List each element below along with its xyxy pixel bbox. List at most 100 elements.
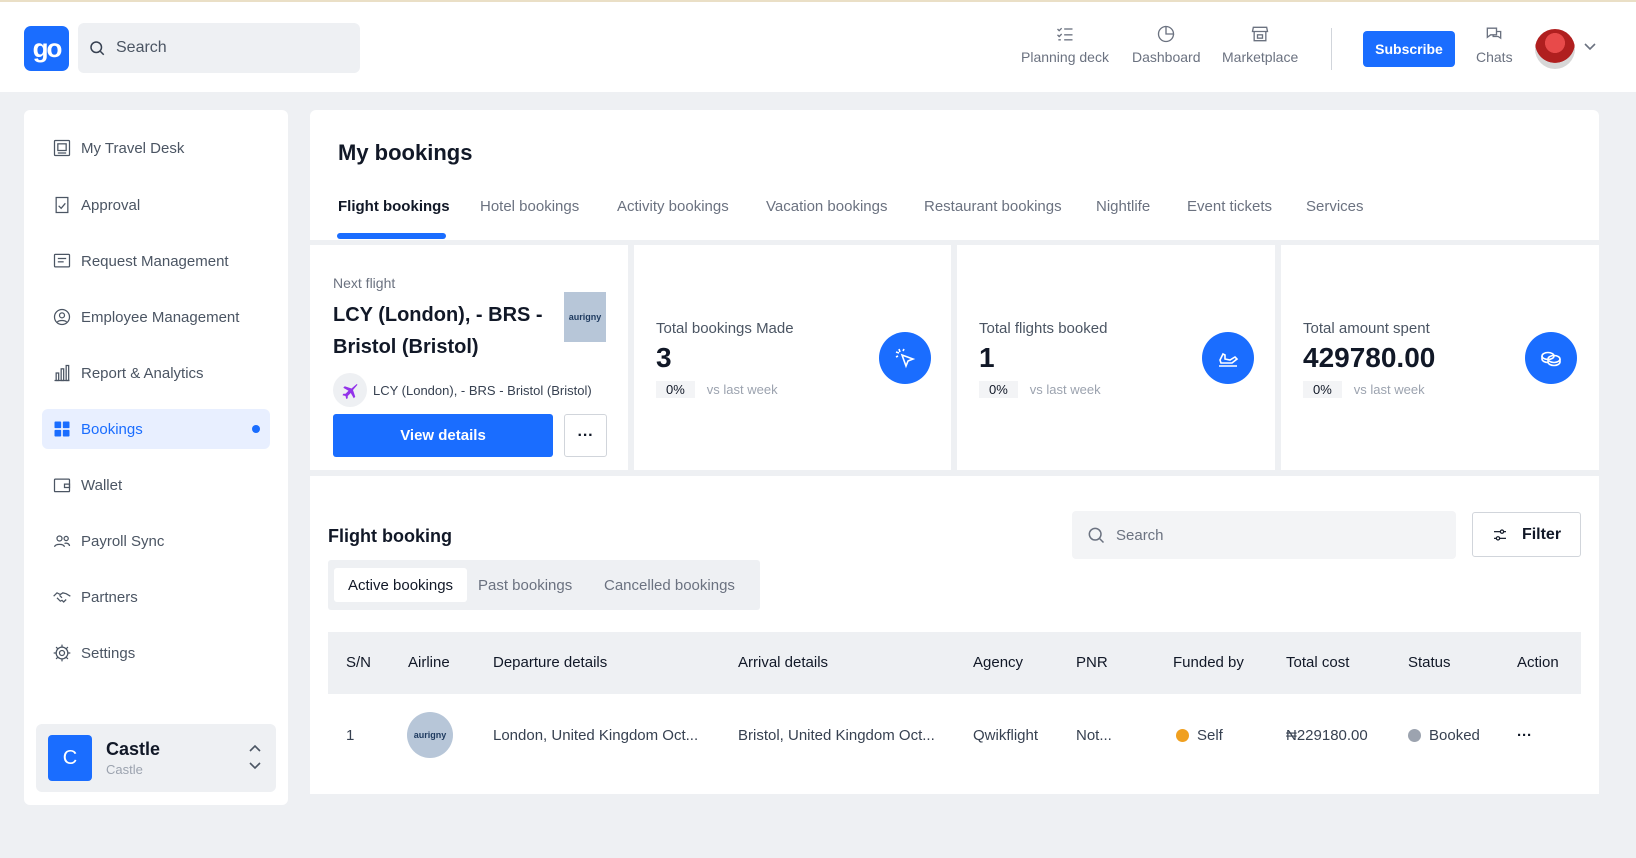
more-options-button[interactable]: ···	[564, 414, 607, 457]
nav-chats[interactable]: Chats	[1476, 24, 1513, 65]
stat-label: Total flights booked	[979, 320, 1108, 337]
travel-desk-icon	[53, 139, 71, 157]
sidebar-item-employee-management[interactable]: Employee Management	[42, 297, 270, 337]
view-details-button[interactable]: View details	[333, 414, 553, 457]
active-tab-underline	[337, 233, 446, 239]
search-placeholder: Search	[116, 39, 167, 56]
airline-logo: aurigny	[564, 292, 606, 342]
stat-card-total-bookings: Total bookings Made 3 0% vs last week	[634, 245, 951, 470]
subtab-past-bookings[interactable]: Past bookings	[464, 568, 586, 602]
request-icon	[53, 253, 71, 268]
nav-dashboard[interactable]: Dashboard	[1132, 24, 1201, 65]
cell-agency: Qwikflight	[973, 727, 1039, 744]
column-header: Agency	[973, 654, 1024, 671]
sidebar-item-settings[interactable]: Settings	[42, 633, 270, 673]
account-initial-badge: C	[48, 735, 92, 781]
row-action-menu-button[interactable]: ···	[1517, 727, 1532, 744]
cell-status: Booked	[1408, 727, 1480, 744]
subtab-cancelled-bookings[interactable]: Cancelled bookings	[590, 568, 749, 602]
sidebar-item-approval[interactable]: Approval	[42, 185, 270, 225]
checklist-icon	[1056, 27, 1073, 41]
users-icon	[53, 535, 71, 548]
sidebar-item-label: Payroll Sync	[81, 532, 165, 550]
pie-chart-icon	[1158, 25, 1175, 43]
sidebar-item-payroll-sync[interactable]: Payroll Sync	[42, 521, 270, 561]
filter-label: Filter	[1521, 525, 1562, 543]
nav-marketplace[interactable]: Marketplace	[1222, 24, 1298, 65]
tab-services[interactable]: Services	[1306, 198, 1364, 215]
sidebar-item-partners[interactable]: Partners	[42, 577, 270, 617]
column-header: PNR	[1076, 654, 1108, 671]
nav-dashboard-label: Dashboard	[1132, 49, 1201, 65]
sidebar-item-label: Partners	[81, 588, 138, 606]
stat-value: 429780.00	[1303, 342, 1436, 373]
stat-label: Total amount spent	[1303, 320, 1430, 337]
sidebar-item-label: Request Management	[81, 252, 229, 270]
column-header: Arrival details	[738, 654, 829, 671]
status-text: Booked	[1429, 727, 1480, 744]
nav-chats-label: Chats	[1476, 49, 1513, 65]
cell-pnr: Not...	[1076, 727, 1112, 744]
cell-sn: 1	[346, 727, 355, 744]
app-logo[interactable]: go	[24, 26, 69, 71]
header-divider	[1331, 28, 1332, 70]
sliders-icon	[1493, 528, 1506, 541]
subscribe-button[interactable]: Subscribe	[1363, 31, 1455, 67]
plane-icon	[333, 373, 367, 407]
stat-card-total-flights: Total flights booked 1 0% vs last week	[957, 245, 1275, 470]
sidebar-item-wallet[interactable]: Wallet	[42, 465, 270, 505]
funded-check-icon	[1176, 729, 1189, 742]
row-airline-logo: aurigny	[407, 712, 453, 758]
search-icon	[1088, 527, 1105, 544]
sidebar-item-label: Settings	[81, 644, 136, 662]
tab-nightlife[interactable]: Nightlife	[1096, 198, 1150, 215]
status-dot	[1408, 729, 1421, 742]
sidebar-item-bookings[interactable]: Bookings	[42, 409, 270, 449]
page-title: My bookings	[338, 140, 473, 165]
grid-icon	[54, 421, 70, 437]
account-subtitle: Castle	[106, 762, 143, 777]
chevron-up-down-icon	[249, 744, 261, 770]
cell-arrival: Bristol, United Kingdom Oct...	[738, 727, 935, 744]
route-text: LCY (London), - BRS - Bristol (Bristol)	[373, 382, 592, 398]
cursor-click-icon	[879, 332, 931, 384]
filter-button[interactable]: Filter	[1472, 512, 1581, 557]
sidebar-item-label: Wallet	[81, 476, 123, 494]
account-name: Castle	[106, 739, 161, 759]
sidebar-item-report-analytics[interactable]: Report & Analytics	[42, 353, 270, 393]
nav-planning-deck[interactable]: Planning deck	[1021, 24, 1109, 65]
sidebar-item-label: My Travel Desk	[81, 139, 185, 157]
tab-event-tickets[interactable]: Event tickets	[1187, 198, 1272, 215]
column-header: Airline	[408, 654, 450, 671]
account-switcher[interactable]: C Castle Castle	[36, 724, 276, 792]
next-flight-label: Next flight	[333, 275, 396, 291]
sidebar-item-label: Bookings	[81, 420, 143, 438]
next-flight-route: LCY (London), - BRS - Bristol (Bristol)	[333, 373, 592, 407]
cell-departure: London, United Kingdom Oct...	[493, 727, 699, 744]
tab-restaurant-bookings[interactable]: Restaurant bookings	[924, 198, 1062, 215]
sidebar-item-request-management[interactable]: Request Management	[42, 241, 270, 281]
stat-change: 0% vs last week	[1303, 381, 1425, 398]
subtab-active-bookings[interactable]: Active bookings	[334, 568, 468, 602]
booking-status-tabs: Active bookings Past bookings Cancelled …	[328, 560, 760, 610]
nav-planning-deck-label: Planning deck	[1021, 49, 1109, 65]
stat-change-percent: 0%	[1303, 381, 1342, 398]
tab-activity-bookings[interactable]: Activity bookings	[617, 198, 729, 215]
stat-change: 0% vs last week	[979, 381, 1101, 398]
bookings-search-input[interactable]: Search	[1072, 511, 1456, 559]
plane-landing-icon	[1202, 332, 1254, 384]
column-header: Total cost	[1286, 654, 1350, 671]
tab-hotel-bookings[interactable]: Hotel bookings	[480, 198, 579, 215]
sidebar-item-my-travel-desk[interactable]: My Travel Desk	[42, 128, 270, 168]
global-search-input[interactable]: Search	[78, 23, 360, 73]
user-avatar[interactable]	[1535, 29, 1575, 69]
stat-change-percent: 0%	[656, 381, 695, 398]
column-header: Action	[1517, 654, 1559, 671]
funded-by-text: Self	[1197, 727, 1223, 744]
search-placeholder: Search	[1116, 526, 1164, 544]
chevron-down-icon[interactable]	[1583, 42, 1597, 52]
tab-flight-bookings[interactable]: Flight bookings	[338, 198, 450, 215]
stat-change-percent: 0%	[979, 381, 1018, 398]
tab-vacation-bookings[interactable]: Vacation bookings	[766, 198, 887, 215]
stat-card-total-amount: Total amount spent 429780.00 0% vs last …	[1281, 245, 1599, 470]
